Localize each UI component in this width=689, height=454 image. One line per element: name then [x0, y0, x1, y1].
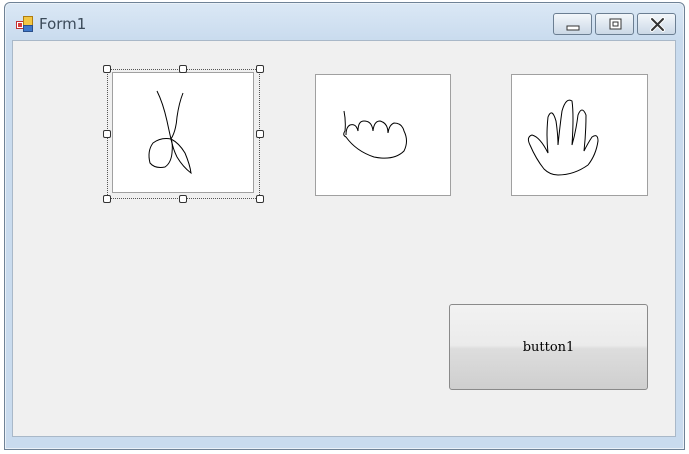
resize-handle-bottom-left[interactable]	[103, 195, 111, 203]
close-icon	[650, 17, 665, 32]
maximize-button[interactable]	[595, 13, 634, 35]
window-title: Form1	[39, 15, 87, 33]
button1[interactable]: button1	[449, 304, 648, 390]
resize-handle-bottom-right[interactable]	[256, 195, 264, 203]
minimize-button[interactable]	[553, 13, 592, 35]
form-app-icon	[16, 15, 34, 33]
resize-handle-bottom[interactable]	[179, 195, 187, 203]
resize-handle-top-left[interactable]	[103, 65, 111, 73]
resize-handle-top[interactable]	[179, 65, 187, 73]
form1-window: Form1 button1	[4, 2, 685, 450]
resize-handle-top-right[interactable]	[256, 65, 264, 73]
resize-handle-left[interactable]	[103, 130, 111, 138]
paper-hand-drawing	[527, 99, 599, 176]
form-client-area: button1	[12, 40, 676, 437]
picturebox-paper[interactable]	[511, 74, 648, 196]
picturebox-rock[interactable]	[315, 74, 451, 196]
rock-fist-drawing	[343, 110, 407, 159]
maximize-icon	[609, 18, 622, 30]
minimize-icon	[566, 25, 580, 31]
close-button[interactable]	[637, 13, 676, 35]
picturebox-scissors[interactable]	[112, 72, 254, 193]
title-bar[interactable]: Form1	[5, 3, 684, 39]
scissors-drawing	[148, 90, 192, 175]
resize-handle-right[interactable]	[256, 130, 264, 138]
